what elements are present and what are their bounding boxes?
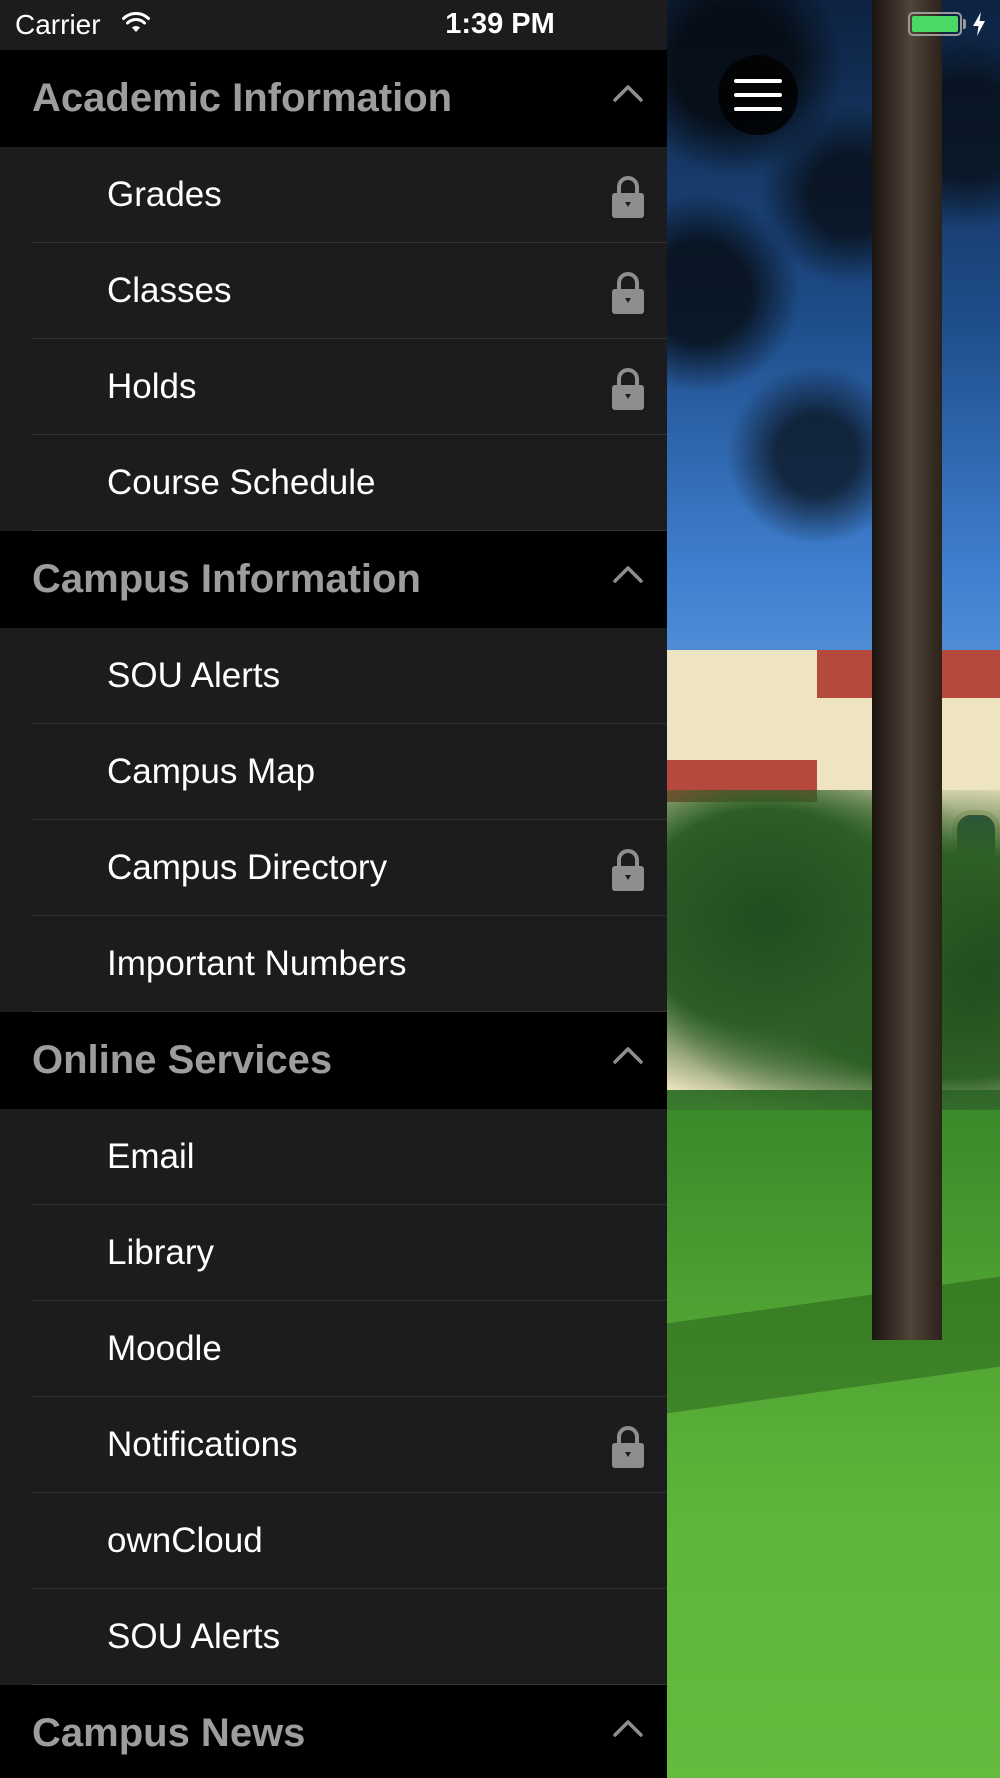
- charging-bolt-icon: [973, 12, 985, 36]
- menu-item-label: Campus Map: [107, 752, 316, 791]
- menu-item[interactable]: Course Schedule: [0, 435, 667, 531]
- chevron-up-icon[interactable]: [612, 83, 644, 108]
- menu-item-label: Course Schedule: [107, 463, 376, 502]
- menu-item-label: Notifications: [107, 1425, 298, 1464]
- lock-icon: [611, 175, 645, 224]
- section-header[interactable]: Campus Information: [0, 531, 667, 628]
- menu-item[interactable]: Library: [0, 1205, 667, 1301]
- menu-item[interactable]: Important Numbers: [0, 916, 667, 1012]
- menu-item[interactable]: Notifications: [0, 1397, 667, 1493]
- section-title: Campus News: [32, 1711, 306, 1755]
- chevron-up-icon[interactable]: [612, 564, 644, 589]
- hamburger-line: [734, 93, 782, 97]
- section-title: Campus Information: [32, 557, 421, 601]
- lock-icon: [611, 1425, 645, 1474]
- section-header[interactable]: Online Services: [0, 1012, 667, 1109]
- section-header[interactable]: Academic Information: [0, 50, 667, 147]
- battery-tip: [963, 19, 966, 29]
- side-menu: Academic Information Grades Classes Holds Co…: [0, 0, 667, 1778]
- lock-icon: [611, 271, 645, 320]
- photo-lawn: [667, 1110, 1000, 1778]
- battery-icon: [908, 12, 962, 36]
- menu-item-label: Email: [107, 1137, 195, 1176]
- background-photo: [667, 0, 1000, 1778]
- section-title: Academic Information: [32, 76, 453, 120]
- status-bar: Carrier 1:39 PM: [0, 0, 1000, 50]
- menu-item-label: SOU Alerts: [107, 656, 281, 695]
- chevron-up-icon[interactable]: [612, 1718, 644, 1743]
- menu-item-label: Holds: [107, 367, 197, 406]
- hamburger-line: [734, 79, 782, 83]
- section-title: Online Services: [32, 1038, 333, 1082]
- photo-branches: [667, 0, 1000, 650]
- menu-item[interactable]: ownCloud: [0, 1493, 667, 1589]
- menu-item[interactable]: Grades: [0, 147, 667, 243]
- lock-icon: [611, 848, 645, 897]
- menu-item-label: Library: [107, 1233, 214, 1272]
- menu-item-label: Grades: [107, 175, 222, 214]
- menu-item[interactable]: SOU Alerts: [0, 628, 667, 724]
- menu-item[interactable]: Holds: [0, 339, 667, 435]
- menu-item[interactable]: Email: [0, 1109, 667, 1205]
- clock: 1:39 PM: [445, 8, 555, 40]
- hamburger-menu-icon[interactable]: [718, 55, 798, 135]
- menu-item-label: Classes: [107, 271, 232, 310]
- photo-trees: [667, 790, 1000, 1110]
- menu-item-label: ownCloud: [107, 1521, 263, 1560]
- menu-item[interactable]: Campus Map: [0, 724, 667, 820]
- menu-item[interactable]: Campus Directory: [0, 820, 667, 916]
- menu-item-label: Moodle: [107, 1329, 222, 1368]
- menu-item-label: Campus Directory: [107, 848, 388, 887]
- menu-item[interactable]: Classes: [0, 243, 667, 339]
- hamburger-line: [734, 107, 782, 111]
- menu-item[interactable]: SOU Alerts: [0, 1589, 667, 1685]
- menu-item-label: Important Numbers: [107, 944, 407, 983]
- section-header[interactable]: Campus News: [0, 1685, 667, 1778]
- chevron-up-icon[interactable]: [612, 1045, 644, 1070]
- photo-tree-trunk: [872, 0, 942, 1340]
- menu-item[interactable]: Moodle: [0, 1301, 667, 1397]
- lock-icon: [611, 367, 645, 416]
- menu-item-label: SOU Alerts: [107, 1617, 281, 1656]
